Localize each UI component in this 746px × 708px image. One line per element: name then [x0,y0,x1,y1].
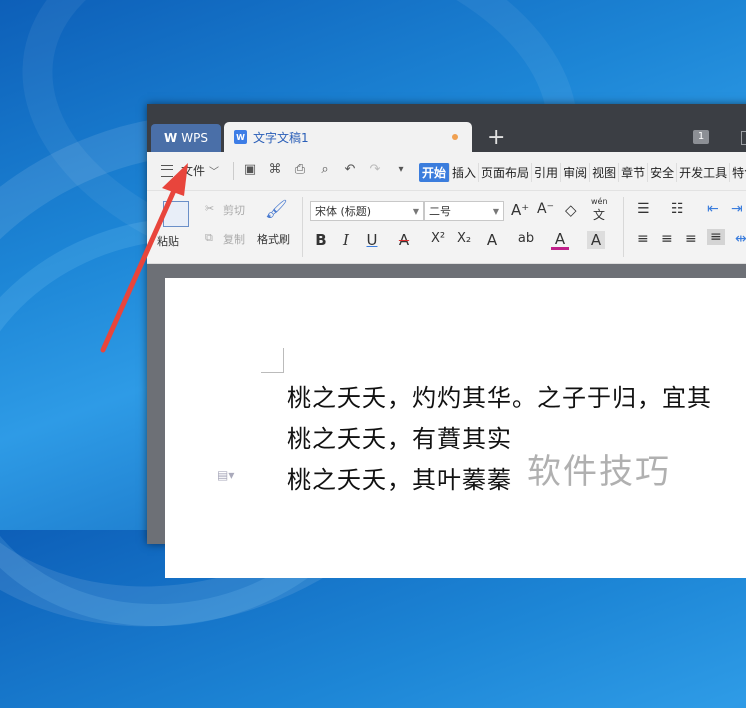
arrow-head-icon [162,163,188,196]
arrow-shaft [100,183,179,353]
watermark-text: 软件技巧 [527,452,671,492]
